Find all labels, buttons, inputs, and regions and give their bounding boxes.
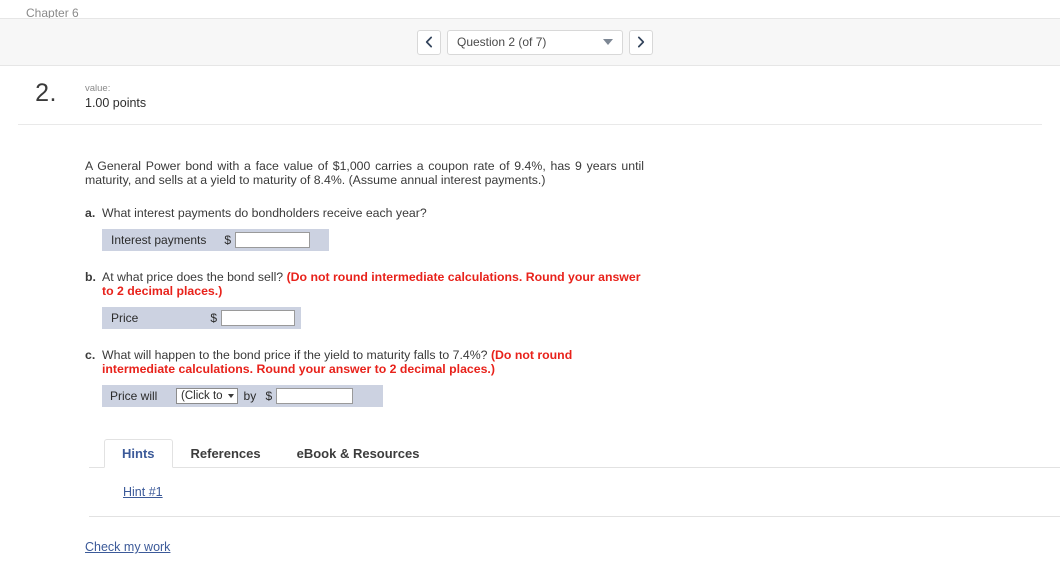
tab-ebook-resources[interactable]: eBook & Resources — [279, 438, 438, 467]
question-value-header: 2. value: 1.00 points — [18, 66, 1042, 125]
chevron-down-icon — [603, 39, 613, 45]
answer-row-c-by-label: by — [243, 389, 257, 403]
part-b-prompt: At what price does the bond sell? — [102, 270, 287, 284]
resources-tabs-section: Hints References eBook & Resources Hint … — [85, 437, 1060, 517]
price-direction-select[interactable]: (Click to — [176, 388, 238, 404]
interest-payments-input[interactable] — [235, 232, 310, 248]
question-body: A General Power bond with a face value o… — [0, 125, 1060, 517]
dollar-sign-icon-a: $ — [224, 233, 231, 247]
tab-references-label: References — [190, 445, 261, 461]
answer-row-price: Price $ — [102, 307, 301, 329]
part-c-prompt: What will happen to the bond price if th… — [102, 348, 491, 362]
previous-question-button[interactable] — [417, 29, 441, 55]
breadcrumb: Chapter 6 — [0, 0, 1060, 20]
dollar-sign-icon-c: $ — [265, 389, 273, 403]
price-change-input[interactable] — [276, 388, 354, 404]
question-number: 2. — [35, 79, 57, 107]
answer-row-interest-payments: Interest payments $ — [102, 229, 329, 251]
check-my-work-link[interactable]: Check my work — [85, 540, 170, 554]
next-question-button[interactable] — [629, 29, 653, 55]
chevron-left-icon — [425, 36, 433, 48]
tab-hints[interactable]: Hints — [104, 439, 173, 468]
question-selector-label: Question 2 (of 7) — [457, 35, 547, 49]
question-selector-dropdown[interactable]: Question 2 (of 7) — [447, 29, 623, 55]
answer-row-a-label: Interest payments — [111, 233, 207, 247]
hint-1-link[interactable]: Hint #1 — [123, 485, 163, 499]
tab-hints-label: Hints — [122, 446, 155, 461]
tab-list: Hints References eBook & Resources — [85, 437, 1060, 468]
part-c-text: What will happen to the bond price if th… — [102, 348, 647, 376]
question-part-c: c. What will happen to the bond price if… — [85, 348, 1060, 376]
part-b-text: At what price does the bond sell? (Do no… — [102, 270, 647, 298]
answer-row-b-label: Price — [111, 311, 139, 325]
part-a-letter: a. — [85, 206, 96, 220]
dollar-sign-icon-b: $ — [210, 311, 218, 325]
price-input[interactable] — [221, 310, 296, 326]
caret-down-icon — [227, 394, 234, 398]
answer-row-c-label: Price will — [110, 389, 158, 403]
value-label: value: — [85, 83, 111, 94]
question-part-b: b. At what price does the bond sell? (Do… — [85, 270, 1060, 298]
question-value-block: value: 1.00 points — [74, 80, 146, 111]
part-a-text: What interest payments do bondholders re… — [102, 206, 647, 220]
part-b-letter: b. — [85, 270, 96, 284]
answer-row-price-will: Price will (Click to by $ — [102, 385, 383, 407]
hints-panel: Hint #1 — [89, 467, 1060, 517]
question-stem: A General Power bond with a face value o… — [85, 159, 644, 187]
question-navigation-bar: Question 2 (of 7) — [0, 18, 1060, 66]
value-points: 1.00 points — [85, 96, 147, 110]
chevron-right-icon — [637, 36, 645, 48]
question-part-a: a. What interest payments do bondholders… — [85, 206, 1060, 220]
part-a-prompt: What interest payments do bondholders re… — [102, 206, 427, 220]
price-direction-select-value: (Click to — [181, 390, 223, 402]
tab-references[interactable]: References — [173, 438, 279, 467]
question-nav-group: Question 2 (of 7) — [417, 29, 653, 55]
tab-ebook-resources-label: eBook & Resources — [296, 445, 420, 461]
part-c-letter: c. — [85, 348, 96, 362]
